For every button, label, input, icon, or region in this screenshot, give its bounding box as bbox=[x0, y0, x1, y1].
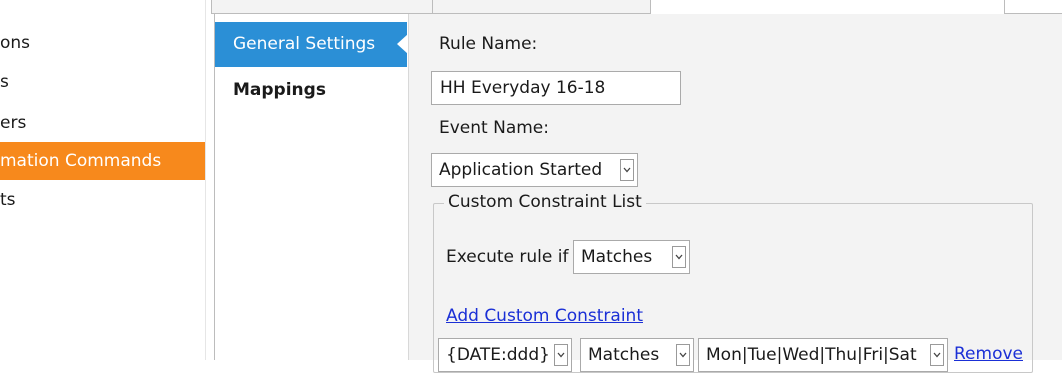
left-nav-item-label: s bbox=[0, 72, 9, 92]
execute-rule-label: Execute rule if bbox=[446, 247, 569, 267]
left-nav-item-label: ts bbox=[0, 190, 16, 210]
chevron-down-icon[interactable] bbox=[554, 344, 568, 366]
tab-label: Mappings bbox=[233, 80, 326, 100]
left-nav-item-label: ons bbox=[0, 33, 31, 53]
settings-tab-list: General Settings Mappings bbox=[214, 14, 408, 360]
left-nav-item-label: mation Commands bbox=[0, 151, 162, 171]
rule-name-input[interactable]: HH Everyday 16-18 bbox=[431, 71, 681, 105]
constraint-pattern-select[interactable]: Mon|Tue|Wed|Thu|Fri|Sat bbox=[698, 338, 948, 372]
remove-constraint-link[interactable]: Remove bbox=[954, 344, 1023, 364]
constraint-field-select[interactable]: {DATE:ddd} bbox=[438, 338, 572, 372]
tab-label: General Settings bbox=[233, 34, 376, 54]
execute-rule-select[interactable]: Matches bbox=[573, 240, 690, 274]
top-tab-divider bbox=[432, 0, 433, 14]
left-nav-item-automation-commands[interactable]: mation Commands bbox=[0, 142, 205, 180]
constraint-operator-select[interactable]: Matches bbox=[580, 338, 694, 372]
event-name-select[interactable]: Application Started bbox=[431, 153, 638, 187]
tab-mappings[interactable]: Mappings bbox=[215, 68, 407, 113]
event-name-label: Event Name: bbox=[439, 118, 549, 138]
chevron-down-icon[interactable] bbox=[672, 246, 686, 268]
left-nav-item-ers[interactable]: ers bbox=[0, 104, 205, 142]
left-nav: ons s ers mation Commands ts bbox=[0, 0, 206, 360]
chevron-down-icon[interactable] bbox=[930, 344, 944, 366]
general-settings-panel: Rule Name: HH Everyday 16-18 Event Name:… bbox=[408, 14, 1062, 373]
left-nav-item-label: ers bbox=[0, 113, 27, 133]
add-custom-constraint-link[interactable]: Add Custom Constraint bbox=[446, 306, 643, 326]
top-tab-strip bbox=[211, 0, 651, 14]
left-nav-item-s[interactable]: s bbox=[0, 63, 205, 101]
custom-constraint-group: Custom Constraint List Execute rule if M… bbox=[433, 192, 1033, 373]
constraint-pattern-value: Mon|Tue|Wed|Thu|Fri|Sat bbox=[706, 345, 917, 365]
chevron-down-icon[interactable] bbox=[676, 344, 690, 366]
rule-name-label: Rule Name: bbox=[439, 34, 538, 54]
chevron-down-icon[interactable] bbox=[620, 159, 634, 181]
custom-constraint-group-title: Custom Constraint List bbox=[444, 192, 646, 212]
tab-general-settings[interactable]: General Settings bbox=[215, 22, 408, 67]
left-nav-item-ts[interactable]: ts bbox=[0, 181, 205, 219]
execute-rule-value: Matches bbox=[581, 247, 653, 267]
top-right-frame bbox=[1004, 0, 1062, 14]
event-name-value: Application Started bbox=[439, 160, 603, 180]
constraint-operator-value: Matches bbox=[588, 345, 660, 365]
tab-selected-pointer-icon bbox=[397, 34, 408, 54]
constraint-field-value: {DATE:ddd} bbox=[446, 345, 550, 365]
left-nav-item-ons[interactable]: ons bbox=[0, 24, 205, 62]
